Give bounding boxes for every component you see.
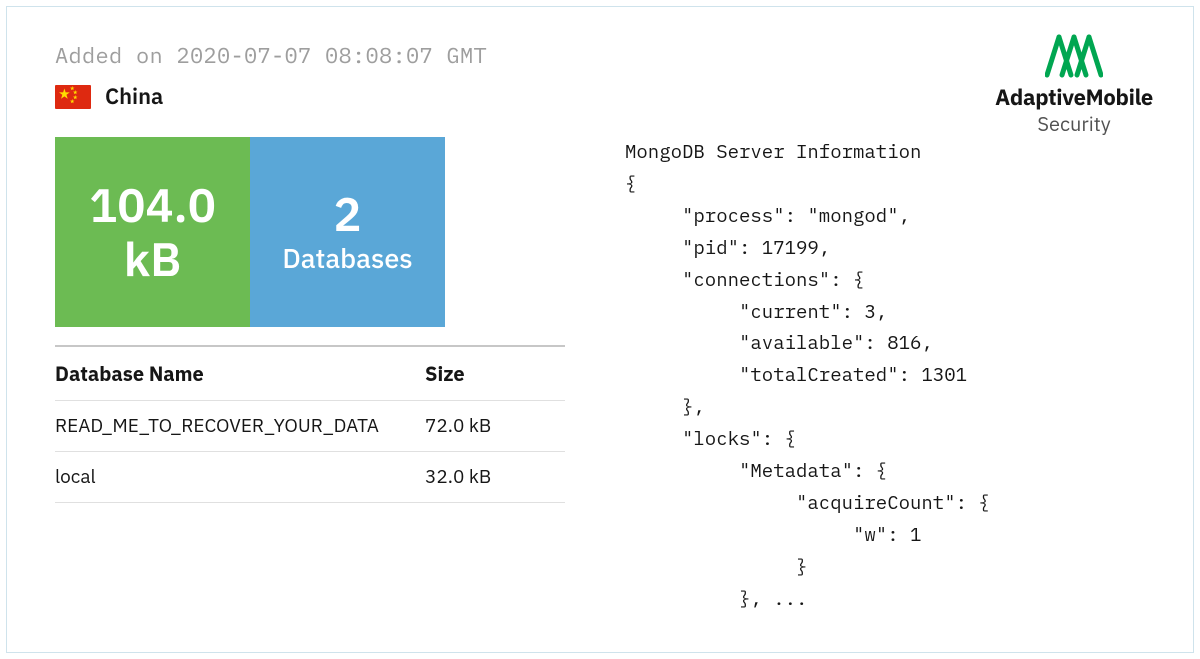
- stat-db-number: 2: [250, 188, 445, 240]
- db-name: local: [55, 465, 425, 489]
- brand-logo: AdaptiveMobile Security: [995, 33, 1153, 137]
- added-on-text: Added on 2020-07-07 08:08:07 GMT: [55, 41, 1145, 70]
- country-row: ★ ★★★★ China: [55, 82, 1145, 111]
- db-size: 32.0 kB: [425, 465, 565, 489]
- table-row: READ_ME_TO_RECOVER_YOUR_DATA 72.0 kB: [55, 401, 565, 452]
- report-card: Added on 2020-07-07 08:08:07 GMT ★ ★★★★ …: [6, 6, 1194, 653]
- database-table: Database Name Size READ_ME_TO_RECOVER_YO…: [55, 345, 565, 503]
- stat-tiles: 104.0 kB 2 Databases: [55, 137, 565, 327]
- right-column: MongoDB Server Information { "process": …: [625, 137, 1145, 616]
- server-info-json: { "process": "mongod", "pid": 17199, "co…: [625, 169, 1145, 616]
- china-flag-icon: ★ ★★★★: [55, 85, 91, 109]
- stat-db-count: 2 Databases: [250, 137, 445, 327]
- server-info-title: MongoDB Server Information: [625, 137, 1145, 169]
- brand-line2: Security: [995, 110, 1153, 137]
- adaptive-mobile-icon: [1045, 33, 1103, 79]
- left-column: 104.0 kB 2 Databases Database Name Size …: [55, 137, 565, 503]
- stat-size-unit: kB: [55, 233, 250, 285]
- brand-line1: AdaptiveMobile: [995, 83, 1153, 112]
- stat-size-value: 104.0: [55, 179, 250, 231]
- col-header-size: Size: [425, 360, 565, 387]
- col-header-name: Database Name: [55, 360, 425, 387]
- stat-total-size: 104.0 kB: [55, 137, 250, 327]
- country-name: China: [105, 82, 163, 111]
- db-name: READ_ME_TO_RECOVER_YOUR_DATA: [55, 414, 425, 438]
- stat-db-label: Databases: [250, 241, 445, 276]
- db-size: 72.0 kB: [425, 414, 565, 438]
- table-row: local 32.0 kB: [55, 452, 565, 503]
- table-header-row: Database Name Size: [55, 347, 565, 401]
